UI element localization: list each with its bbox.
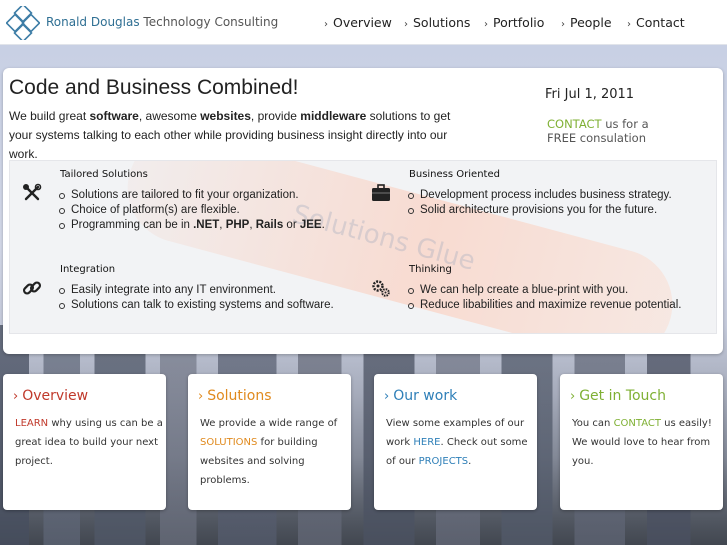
list-item: We can help create a blue-print with you… [407, 283, 681, 298]
chevron-right-icon: › [324, 19, 328, 30]
chevron-right-icon: › [570, 389, 576, 404]
card-touch-title-label: Get in Touch [579, 388, 666, 404]
nav-people[interactable]: › People [561, 15, 612, 30]
contact-link[interactable]: CONTACT [614, 418, 661, 429]
card-overview-title[interactable]: › Overview [13, 388, 88, 404]
feature-title-business: Business Oriented [409, 169, 500, 180]
card-solutions-text: We provide a wide range of SOLUTIONS for… [200, 414, 352, 490]
item3-prefix: Programming can be in [71, 219, 194, 231]
feature-list-thinking: We can help create a blue-print with you… [407, 283, 681, 313]
list-item: Choice of platform(s) are flexible. [58, 203, 325, 218]
solutions-link[interactable]: SOLUTIONS [200, 437, 257, 448]
list-item: Solutions can talk to existing systems a… [58, 298, 334, 313]
contact-cta: CONTACT us for a FREE consulation [547, 117, 697, 145]
learn-link[interactable]: LEARN [15, 418, 48, 429]
card-work-title[interactable]: › Our work [384, 388, 457, 404]
card-touch-text: You can CONTACT us easily! We would love… [572, 414, 724, 471]
tools-icon [23, 183, 42, 201]
feature-title-integration: Integration [60, 264, 116, 275]
briefcase-icon [372, 184, 390, 201]
item3-or: or [283, 219, 300, 231]
current-date: Fri Jul 1, 2011 [545, 87, 635, 102]
nav-portfolio-label: Portfolio [493, 15, 545, 30]
feature-title-thinking: Thinking [409, 264, 452, 275]
card-work-title-label: Our work [393, 388, 458, 404]
logo-icon[interactable] [6, 6, 40, 40]
intro-software: software [89, 109, 139, 123]
intro-middleware: middleware [300, 109, 367, 123]
intro-text: We build great software, awesome website… [9, 107, 469, 164]
card-work[interactable]: › Our work View some examples of our work… [374, 374, 537, 510]
intro-text-3: , provide [250, 109, 301, 123]
card-overview[interactable]: › Overview LEARN why using us can be a gr… [3, 374, 166, 510]
list-item: Reduce libabilities and maximize revenue… [407, 298, 681, 313]
nav-portfolio[interactable]: › Portfolio [484, 15, 544, 30]
intro-text-2: , awesome [138, 109, 201, 123]
item3-jee: JEE [299, 219, 322, 231]
page-title: Code and Business Combined! [9, 76, 299, 99]
list-item: Solid architecture provisions you for th… [407, 203, 672, 218]
nav-contact-label: Contact [636, 15, 685, 30]
card-overview-text: LEARN why using us can be a great idea t… [15, 414, 167, 471]
nav-contact[interactable]: › Contact [627, 15, 685, 30]
nav-overview-label: Overview [333, 15, 392, 30]
card-touch-body-1: You can [572, 418, 614, 429]
card-touch[interactable]: › Get in Touch You can CONTACT us easily!… [560, 374, 723, 510]
nav-overview[interactable]: › Overview [324, 15, 392, 30]
projects-link[interactable]: PROJECTS [419, 456, 469, 467]
feature-list-tailored: Solutions are tailored to fit your organ… [58, 188, 325, 233]
feature-title-tailored: Tailored Solutions [60, 169, 148, 180]
chevron-right-icon: › [384, 389, 390, 404]
brand-name[interactable]: Ronald Douglas Technology Consulting [46, 15, 278, 29]
card-solutions[interactable]: › Solutions We provide a wide range of SO… [188, 374, 351, 510]
item3-php: PHP [225, 219, 250, 231]
list-item: Easily integrate into any IT environment… [58, 283, 334, 298]
here-link[interactable]: HERE [413, 437, 440, 448]
features-box: Solutions Glue Tailored Solutions Soluti… [9, 160, 717, 334]
main-panel: Code and Business Combined! We build gre… [3, 68, 723, 354]
cta-text-2: FREE consulation [547, 131, 646, 145]
intro-text-1: We build great [9, 109, 90, 123]
feature-list-integration: Easily integrate into any IT environment… [58, 283, 334, 313]
chevron-right-icon: › [13, 389, 19, 404]
nav-solutions-label: Solutions [413, 15, 471, 30]
feature-list-business: Development process includes business st… [407, 188, 672, 218]
list-item: Development process includes business st… [407, 188, 672, 203]
card-work-text: View some examples of our work HERE. Che… [386, 414, 538, 471]
card-overview-title-label: Overview [22, 388, 89, 404]
chevron-right-icon: › [198, 389, 204, 404]
cta-contact-link[interactable]: CONTACT [547, 117, 602, 131]
nav-solutions[interactable]: › Solutions [404, 15, 470, 30]
card-touch-title[interactable]: › Get in Touch [570, 388, 666, 404]
card-solutions-title[interactable]: › Solutions [198, 388, 272, 404]
item3-end: . [321, 219, 325, 231]
nav-people-label: People [570, 15, 612, 30]
site-header: Ronald Douglas Technology Consulting › Ov… [0, 0, 727, 45]
list-item: Solutions are tailored to fit your organ… [58, 188, 325, 203]
chevron-right-icon: › [561, 19, 565, 30]
brand-name-secondary: Technology Consulting [139, 15, 279, 29]
chevron-right-icon: › [484, 19, 488, 30]
card-solutions-body-1: We provide a wide range of [200, 418, 338, 429]
intro-websites: websites [200, 109, 251, 123]
item3-net: .NET [193, 219, 220, 231]
gears-icon [372, 280, 390, 297]
brand-name-primary: Ronald Douglas [46, 15, 140, 29]
chevron-right-icon: › [627, 19, 631, 30]
card-work-body-3: . [468, 456, 472, 467]
card-solutions-title-label: Solutions [207, 388, 272, 404]
chevron-right-icon: › [404, 19, 408, 30]
item3-rails: Rails [255, 219, 284, 231]
link-icon [22, 281, 42, 295]
list-item: Programming can be in .NET, PHP, Rails o… [58, 218, 325, 233]
cta-text-1: us for a [601, 117, 649, 131]
